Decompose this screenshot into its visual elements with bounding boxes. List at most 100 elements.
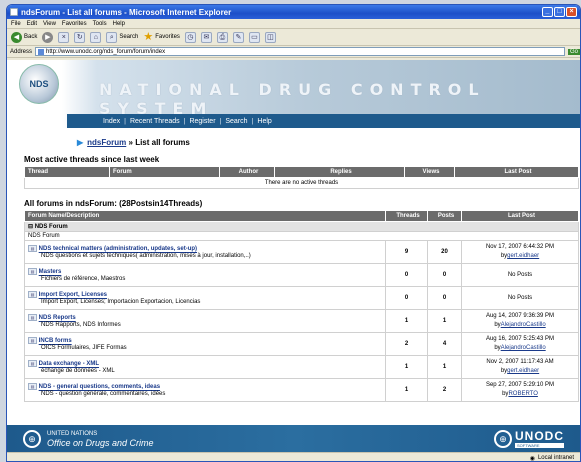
browser-window: ndsForum - List all forums - Microsoft I… [6,4,581,462]
print-button[interactable]: ⎙ [216,31,228,43]
mail-button[interactable]: ✉ [200,31,212,43]
last-post-date: Aug 14, 2007 9:36:39 PM [485,313,555,319]
forum-group-desc: NDS Forum [24,231,579,241]
ie-icon [10,8,18,16]
menu-favorites[interactable]: Favorites [62,21,87,27]
unodc-logo[interactable]: ⊕ UNODC SOFTWARE [494,429,564,448]
menu-file[interactable]: File [11,21,21,27]
page-icon [38,48,45,55]
minimize-button[interactable]: _ [542,7,553,17]
forum-icon: ▤ [28,337,37,345]
table-row: ▤ Import Export, Licenses Import Export, … [24,286,579,310]
table-row: ▤ NDS - general questions, comments, ide… [24,378,579,402]
col-author: Author [219,166,275,178]
empty-message: There are no active threads [24,177,579,189]
forum-title[interactable]: Import Export, Licenses [39,293,107,299]
col-last-post: Last Post [454,166,579,178]
banner-title: NATIONAL DRUG CONTROL SYSTEM [99,80,486,118]
last-post-user[interactable]: AlejandroCastillo [501,322,546,328]
site-nav: Index | Recent Threads | Register | Search |… [67,114,580,128]
col-replies: Replies [274,166,405,178]
col-views: Views [404,166,455,178]
forum-title[interactable]: NDS technical matters (administration, u… [39,247,197,253]
table-row: ▤ Masters Fichiers de référence, Maestros… [24,263,579,287]
refresh-button[interactable]: ↻ [74,31,86,43]
menu-edit[interactable]: Edit [27,21,37,27]
back-button[interactable]: ◀ Back [11,31,37,43]
site-banner: NDS NATIONAL DRUG CONTROL SYSTEM Index | … [7,60,580,128]
nav-register[interactable]: Register [189,118,215,125]
browser-toolbar: ◀ Back ▶ × ↻ ⌂ ⌕ Search ★ Favorites ◷ ✉ … [7,29,580,46]
breadcrumb-current: List all forums [135,137,190,147]
address-label: Address [10,48,33,55]
thread-count: 1 [385,355,428,379]
col-threads: Threads [385,210,428,222]
menu-help[interactable]: Help [113,21,125,27]
last-post-user[interactable]: gert.eidhaer [507,368,539,374]
last-post-date: Aug 16, 2007 5:25:43 PM [485,336,555,342]
thread-count: 0 [385,263,428,287]
un-line2: Office on Drugs and Crime [47,437,154,448]
active-threads-section: Most active threads since last week Thre… [7,155,580,189]
last-post-user[interactable]: gert.eidhaer [507,253,539,259]
discuss-button[interactable]: ◫ [264,31,276,43]
menu-bar: File Edit View Favorites Tools Help [7,19,580,29]
forum-icon: ▤ [28,383,37,391]
nds-logo[interactable]: NDS [19,64,59,104]
forum-title[interactable]: Data exchange - XML [39,362,99,368]
close-button[interactable]: × [566,7,577,17]
post-count: 20 [427,240,462,264]
thread-count: 9 [385,240,428,264]
stop-button[interactable]: × [58,31,70,43]
post-count: 2 [427,378,462,402]
table-row: ▤ NDS technical matters (administration,… [24,240,579,264]
title-bar: ndsForum - List all forums - Microsoft I… [7,5,580,19]
col-forum-name: Forum Name/Description [24,210,386,222]
forum-desc: échange de données - XML [41,367,115,374]
edit-button[interactable]: ✎ [232,31,244,43]
forum-group[interactable]: ⊟ NDS Forum [24,221,579,232]
search-button[interactable]: ⌕ Search [106,31,138,43]
nav-help[interactable]: Help [257,118,271,125]
forums-title: All forums in ndsForum: (28Postsin14Thre… [24,199,203,208]
thread-count: 0 [385,286,428,310]
forum-title[interactable]: NDS - general questions, comments, ideas [39,385,160,391]
intranet-icon: ◉ [529,455,535,462]
nav-index[interactable]: Index [103,118,120,125]
forum-desc: Import Export, Licenses; Importacion Exp… [41,298,201,305]
forum-desc: OICS Formulaires, JIFE Formas [41,344,127,351]
nav-recent-threads[interactable]: Recent Threads [130,118,180,125]
last-post-user[interactable]: ROBERTO [508,391,537,397]
post-count: 1 [427,309,462,333]
home-button[interactable]: ⌂ [90,31,102,43]
menu-tools[interactable]: Tools [93,21,107,27]
unodc-text: UNODC [515,429,564,443]
last-post-date: No Posts [507,271,533,278]
forum-title[interactable]: NDS Reports [39,316,76,322]
star-icon: ★ [143,30,154,43]
forum-title[interactable]: INCB forms [39,339,72,345]
address-input[interactable]: http://www.unodc.org/nds_forum/forum/ind… [35,47,565,56]
forum-icon: ▤ [28,314,37,322]
active-threads-title: Most active threads since last week [24,155,160,164]
favorites-button[interactable]: ★ Favorites [143,30,180,43]
go-button[interactable]: Go [567,48,580,55]
address-url: http://www.unodc.org/nds_forum/forum/ind… [46,48,166,55]
forum-desc: NDS questions et sujets techniques( admi… [41,252,251,259]
address-bar: Address http://www.unodc.org/nds_forum/f… [7,46,580,58]
forum-icon: ▤ [28,245,37,253]
maximize-button[interactable]: □ [554,7,565,17]
un-emblem-icon: ⊕ [23,429,41,448]
history-button[interactable]: ◷ [184,31,196,43]
breadcrumb-link[interactable]: ndsForum [87,138,126,147]
thread-count: 1 [385,378,428,402]
status-bar: ◉ Local intranet [7,452,580,462]
last-post-user[interactable]: AlejandroCastillo [501,345,546,351]
col-forum-last-post: Last Post [461,210,579,222]
forum-title[interactable]: Masters [39,270,62,276]
menu-view[interactable]: View [43,21,56,27]
folder-button[interactable]: ▭ [248,31,260,43]
table-row: ▤ INCB forms OICS Formulaires, JIFE Forma… [24,332,579,356]
nav-search[interactable]: Search [225,118,247,125]
forward-button[interactable]: ▶ [42,31,54,43]
